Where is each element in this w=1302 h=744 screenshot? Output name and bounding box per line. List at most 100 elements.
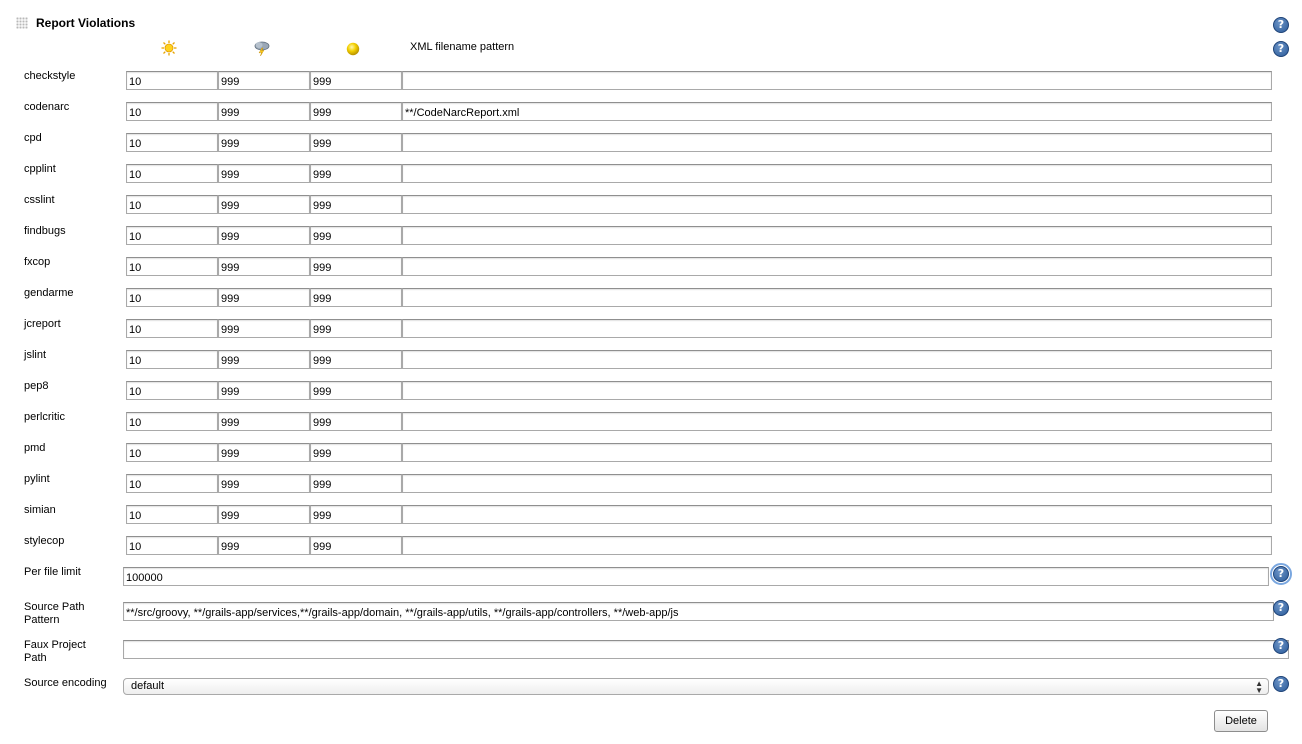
sunny-threshold-input[interactable] [126,505,218,524]
tool-label: simian [24,504,56,516]
tool-label: jslint [24,349,47,361]
unstable-threshold-input[interactable] [310,505,402,524]
sunny-threshold-input[interactable] [126,164,218,183]
sunny-threshold-input[interactable] [126,133,218,152]
stormy-threshold-input[interactable] [218,319,310,338]
tool-label: findbugs [24,225,66,237]
stormy-threshold-input[interactable] [218,505,310,524]
source-encoding-select[interactable]: default ▲ ▼ [123,678,1269,695]
stormy-threshold-input[interactable] [218,102,310,121]
unstable-threshold-input[interactable] [310,195,402,214]
per-file-limit-input[interactable] [123,567,1269,586]
tool-label: csslint [24,194,55,206]
sunny-threshold-input[interactable] [126,412,218,431]
sunny-icon [161,40,177,56]
stormy-threshold-input[interactable] [218,257,310,276]
sunny-threshold-input[interactable] [126,319,218,338]
sunny-threshold-input[interactable] [126,350,218,369]
xml-filename-pattern-input[interactable] [402,412,1272,431]
sunny-threshold-input[interactable] [126,474,218,493]
stormy-threshold-input[interactable] [218,226,310,245]
sunny-threshold-input[interactable] [126,195,218,214]
stormy-threshold-input[interactable] [218,133,310,152]
xml-filename-pattern-input[interactable] [402,474,1272,493]
sunny-threshold-input[interactable] [126,381,218,400]
unstable-threshold-input[interactable] [310,257,402,276]
unstable-threshold-input[interactable] [310,133,402,152]
xml-pattern-header: XML filename pattern [410,41,515,53]
xml-filename-pattern-input[interactable] [402,71,1272,90]
unstable-threshold-input[interactable] [310,102,402,121]
unstable-threshold-input[interactable] [310,536,402,555]
sunny-threshold-input[interactable] [126,226,218,245]
stormy-threshold-input[interactable] [218,381,310,400]
stormy-icon [253,40,271,56]
help-icon[interactable]: ? [1273,41,1289,57]
source-path-pattern-input[interactable] [123,602,1274,621]
sunny-threshold-input[interactable] [126,102,218,121]
sunny-threshold-input[interactable] [126,288,218,307]
tool-label: pep8 [24,380,49,392]
unstable-threshold-input[interactable] [310,443,402,462]
stormy-threshold-input[interactable] [218,71,310,90]
tool-label: gendarme [24,287,74,299]
xml-filename-pattern-input[interactable] [402,257,1272,276]
yellow-ball-icon [346,42,360,56]
stormy-threshold-input[interactable] [218,288,310,307]
xml-filename-pattern-input[interactable] [402,319,1272,338]
xml-filename-pattern-input[interactable] [402,536,1272,555]
help-icon[interactable]: ? [1273,600,1289,616]
stormy-threshold-input[interactable] [218,412,310,431]
stormy-threshold-input[interactable] [218,474,310,493]
unstable-threshold-input[interactable] [310,474,402,493]
stormy-threshold-input[interactable] [218,536,310,555]
select-arrows-icon: ▲ ▼ [1255,679,1263,695]
stormy-threshold-input[interactable] [218,164,310,183]
tool-label: cpd [24,132,42,144]
source-encoding-value: default [131,680,165,692]
help-icon[interactable]: ? [1273,17,1289,33]
xml-filename-pattern-input[interactable] [402,133,1272,152]
tool-label: codenarc [24,101,70,113]
unstable-threshold-input[interactable] [310,319,402,338]
tool-label: fxcop [24,256,51,268]
xml-filename-pattern-input[interactable] [402,443,1272,462]
xml-filename-pattern-input[interactable] [402,226,1272,245]
sunny-threshold-input[interactable] [126,71,218,90]
faux-project-path-input[interactable] [123,640,1289,659]
xml-filename-pattern-input[interactable] [402,350,1272,369]
unstable-threshold-input[interactable] [310,381,402,400]
stormy-threshold-input[interactable] [218,443,310,462]
tool-label: checkstyle [24,70,76,82]
sunny-threshold-input[interactable] [126,536,218,555]
help-icon[interactable]: ? [1273,676,1289,692]
sunny-threshold-input[interactable] [126,443,218,462]
xml-filename-pattern-input[interactable] [402,102,1272,121]
section-title: Report Violations [36,16,136,30]
unstable-threshold-input[interactable] [310,226,402,245]
xml-filename-pattern-input[interactable] [402,195,1272,214]
delete-button[interactable]: Delete [1214,710,1268,732]
tool-label: pylint [24,473,50,485]
sunny-threshold-input[interactable] [126,257,218,276]
help-icon[interactable]: ? [1273,638,1289,654]
source-path-pattern-label: Source Path Pattern [24,601,85,626]
tool-label: jcreport [24,318,61,330]
unstable-threshold-input[interactable] [310,71,402,90]
drag-handle[interactable] [16,17,28,29]
stormy-threshold-input[interactable] [218,350,310,369]
unstable-threshold-input[interactable] [310,350,402,369]
help-icon[interactable]: ? [1270,563,1292,585]
unstable-threshold-input[interactable] [310,288,402,307]
faux-project-path-label: Faux Project Path [24,639,86,664]
tool-label: pmd [24,442,46,454]
unstable-threshold-input[interactable] [310,164,402,183]
xml-filename-pattern-input[interactable] [402,164,1272,183]
tool-label: cpplint [24,163,56,175]
xml-filename-pattern-input[interactable] [402,505,1272,524]
xml-filename-pattern-input[interactable] [402,381,1272,400]
per-file-limit-label: Per file limit [24,566,81,578]
xml-filename-pattern-input[interactable] [402,288,1272,307]
stormy-threshold-input[interactable] [218,195,310,214]
unstable-threshold-input[interactable] [310,412,402,431]
